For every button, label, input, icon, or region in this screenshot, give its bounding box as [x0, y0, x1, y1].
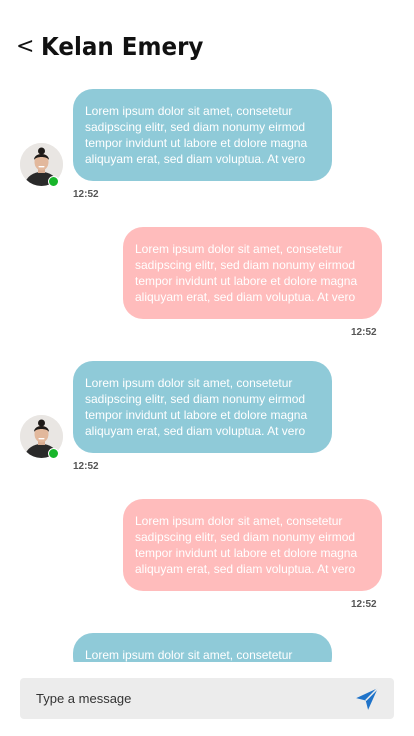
send-button[interactable] — [354, 686, 380, 712]
message-bubble-incoming: Lorem ipsum dolor sit amet, consetetur s… — [73, 361, 332, 453]
message-time: 12:52 — [73, 189, 99, 200]
message-list[interactable]: Lorem ipsum dolor sit amet, consetetur s… — [0, 80, 414, 662]
message-input[interactable] — [36, 678, 336, 719]
message-time: 12:52 — [351, 327, 377, 338]
chat-header: < Kelan Emery — [0, 0, 414, 80]
message-time: 12:52 — [351, 599, 377, 610]
message-text: Lorem ipsum dolor sit amet, consetetur s… — [135, 514, 358, 576]
message-composer — [20, 678, 394, 719]
message-text: Lorem ipsum dolor sit amet, consetetur s… — [85, 104, 308, 166]
message-text: Lorem ipsum dolor sit amet, consetetur — [85, 648, 293, 662]
message-text: Lorem ipsum dolor sit amet, consetetur s… — [135, 242, 358, 304]
message-bubble-outgoing: Lorem ipsum dolor sit amet, consetetur s… — [123, 227, 382, 319]
online-status-dot — [48, 448, 59, 459]
message-bubble-incoming: Lorem ipsum dolor sit amet, consetetur s… — [73, 89, 332, 181]
contact-name: Kelan Emery — [41, 32, 204, 61]
back-button[interactable]: < — [16, 34, 34, 60]
message-time: 12:52 — [73, 461, 99, 472]
message-bubble-incoming: Lorem ipsum dolor sit amet, consetetur — [73, 633, 332, 662]
message-bubble-outgoing: Lorem ipsum dolor sit amet, consetetur s… — [123, 499, 382, 591]
message-text: Lorem ipsum dolor sit amet, consetetur s… — [85, 376, 308, 438]
online-status-dot — [48, 176, 59, 187]
send-icon — [356, 687, 379, 710]
